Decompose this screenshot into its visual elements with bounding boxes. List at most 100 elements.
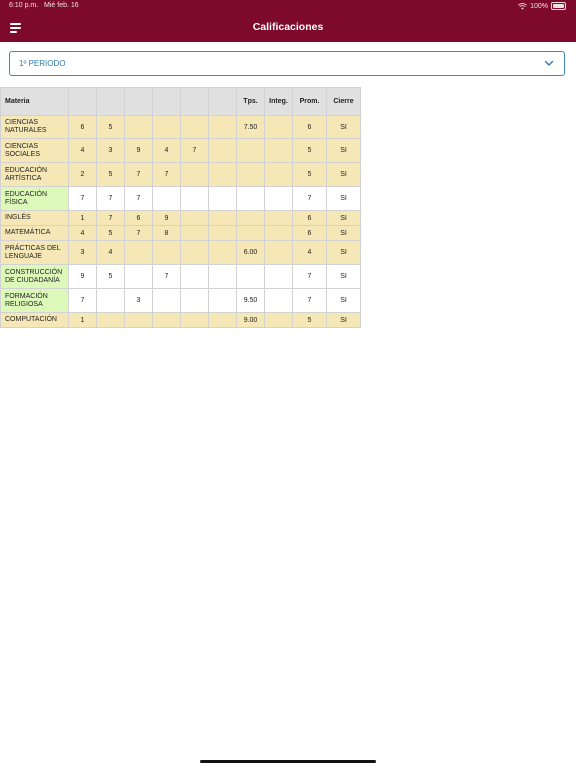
grade-cell (264, 240, 293, 265)
grade-cell: SI (326, 225, 361, 241)
grade-cell: 9 (68, 264, 97, 289)
grade-cell (264, 186, 293, 211)
grade-cell (152, 312, 181, 328)
subject-cell: CONSTRUCCIÓN DE CIUDADANÍA (0, 264, 69, 289)
battery-percent: 100% (530, 2, 548, 10)
grade-cell: 7 (292, 186, 327, 211)
grade-cell: 9 (124, 138, 153, 163)
subject-cell: INGLÉS (0, 210, 69, 226)
grade-cell: SI (326, 138, 361, 163)
grade-cell (208, 115, 237, 139)
grade-cell (264, 138, 293, 163)
wifi-icon (518, 2, 528, 10)
grade-cell (180, 115, 209, 139)
grade-cell: 8 (152, 225, 181, 241)
table-row[interactable]: COMPUTACIÓN 1 9.00 5 SI (0, 312, 361, 328)
grade-cell: 2 (68, 162, 97, 187)
table-row[interactable]: MATEMÁTICA 4 5 7 8 6 SI (0, 225, 361, 241)
grade-cell: SI (326, 162, 361, 187)
status-date-text: Mié feb. 16 (44, 2, 79, 9)
grade-cell: 6.00 (236, 240, 265, 265)
grade-cell: 7 (96, 210, 125, 226)
grade-cell: 1 (68, 312, 97, 328)
grade-cell: 9 (152, 210, 181, 226)
grade-cell (180, 162, 209, 187)
column-header: Integ. (264, 87, 293, 116)
grade-cell (180, 186, 209, 211)
grade-cell (236, 225, 265, 241)
grade-cell (264, 162, 293, 187)
app-bar: 6:10 p.m. Mié feb. 16 100% Calificacione… (0, 0, 576, 42)
grade-cell: 7 (68, 288, 97, 313)
grade-cell: 4 (292, 240, 327, 265)
table-row[interactable]: EDUCACIÓN ARTÍSTICA 2 5 7 7 5 SI (0, 162, 361, 187)
grade-cell: 9.50 (236, 288, 265, 313)
grade-cell: 7 (96, 186, 125, 211)
table-row[interactable]: CIENCIAS SOCIALES 4 3 9 4 7 5 SI (0, 138, 361, 163)
grade-cell (124, 312, 153, 328)
page-title: Calificaciones (252, 21, 324, 33)
status-time-text: 6:10 p.m. (9, 2, 39, 9)
grade-cell (208, 162, 237, 187)
grade-cell (96, 312, 125, 328)
column-header (96, 87, 125, 116)
grade-cell (180, 264, 209, 289)
subject-cell: FORMACIÓN RELIGIOSA (0, 288, 69, 313)
grade-cell (208, 240, 237, 265)
grade-cell: 7 (124, 162, 153, 187)
grade-cell (124, 115, 153, 139)
grades-table-body: CIENCIAS NATURALES 6 5 7.50 6 SI CIENCIAS SOCI… (0, 115, 361, 328)
grade-cell (264, 225, 293, 241)
table-row[interactable]: INGLÉS 1 7 6 9 6 SI (0, 210, 361, 226)
grade-cell: 6 (292, 210, 327, 226)
grade-cell: 7.50 (236, 115, 265, 139)
grade-cell (152, 186, 181, 211)
grade-cell: 5 (292, 162, 327, 187)
grade-cell: 5 (292, 138, 327, 163)
table-row[interactable]: FORMACIÓN RELIGIOSA 7 3 9.50 7 SI (0, 288, 361, 313)
period-select[interactable]: 1º PERIODO (9, 51, 565, 76)
grade-cell: SI (326, 115, 361, 139)
grade-cell (208, 312, 237, 328)
grade-cell: 7 (180, 138, 209, 163)
grade-cell: 6 (292, 225, 327, 241)
table-row[interactable]: CONSTRUCCIÓN DE CIUDADANÍA 9 5 7 7 SI (0, 264, 361, 289)
grade-cell: 7 (68, 186, 97, 211)
grade-cell: 5 (96, 225, 125, 241)
chevron-down-icon (544, 60, 554, 66)
grade-cell (264, 312, 293, 328)
grade-cell: 3 (124, 288, 153, 313)
home-indicator[interactable] (200, 760, 376, 763)
grade-cell (236, 138, 265, 163)
grade-cell: 7 (292, 288, 327, 313)
grade-cell (208, 225, 237, 241)
grade-cell: 5 (96, 264, 125, 289)
column-header: Cierre (326, 87, 361, 116)
subject-cell: CIENCIAS NATURALES (0, 115, 69, 139)
column-header: Tps. (236, 87, 265, 116)
column-header (68, 87, 97, 116)
period-select-value: 1º PERIODO (19, 59, 66, 68)
grade-cell (180, 210, 209, 226)
grade-cell: 9.00 (236, 312, 265, 328)
grade-cell (180, 288, 209, 313)
grade-cell: 7 (152, 162, 181, 187)
table-row[interactable]: EDUCACIÓN FÍSICA 7 7 7 7 SI (0, 186, 361, 211)
column-header (180, 87, 209, 116)
grade-cell: 3 (96, 138, 125, 163)
grade-cell (208, 288, 237, 313)
table-row[interactable]: PRÁCTICAS DEL LENGUAJE 3 4 6.00 4 SI (0, 240, 361, 265)
column-header: Prom. (292, 87, 327, 116)
grade-cell: SI (326, 264, 361, 289)
grade-cell (208, 264, 237, 289)
grade-cell (180, 312, 209, 328)
column-header (124, 87, 153, 116)
grade-cell (152, 240, 181, 265)
grade-cell: 7 (292, 264, 327, 289)
grade-cell (264, 264, 293, 289)
table-row[interactable]: CIENCIAS NATURALES 6 5 7.50 6 SI (0, 115, 361, 139)
grade-cell: 5 (292, 312, 327, 328)
status-time: 6:10 p.m. Mié feb. 16 (9, 2, 79, 9)
subject-cell: CIENCIAS SOCIALES (0, 138, 69, 163)
column-header (152, 87, 181, 116)
